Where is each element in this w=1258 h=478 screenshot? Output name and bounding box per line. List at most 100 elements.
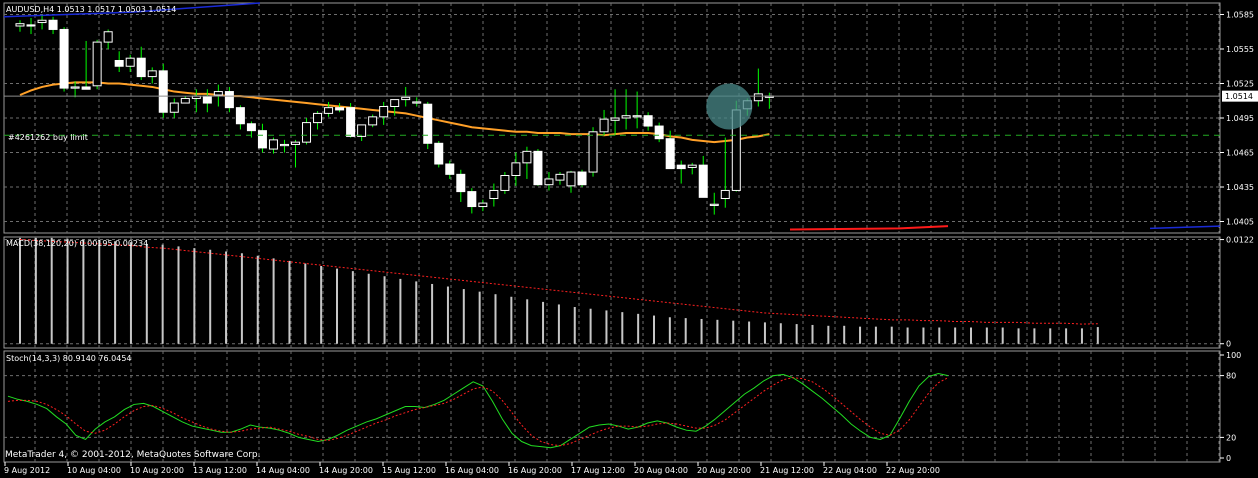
candle-body — [533, 150, 543, 186]
current-price-value: 1.0514 — [1225, 92, 1253, 101]
candle-body — [577, 171, 587, 186]
time-tick-label: 22 Aug 04:00 — [823, 466, 877, 475]
candle-body — [268, 139, 278, 150]
time-tick-label: 9 Aug 2012 — [4, 466, 50, 475]
candle-body — [467, 191, 477, 208]
candle-body — [136, 57, 146, 78]
price-tick-label: 1.0495 — [1226, 114, 1254, 123]
candle-body — [709, 203, 719, 206]
candle-body — [26, 24, 36, 27]
candle-body — [125, 57, 135, 67]
price-tick-label: 1.0585 — [1226, 11, 1254, 20]
candle-body — [313, 112, 323, 124]
candle-body — [632, 115, 642, 118]
candle-body — [555, 173, 565, 181]
candle-body — [379, 106, 389, 118]
candle-body — [522, 150, 532, 164]
candle-body — [621, 115, 631, 119]
stochastic-tick-label: 0 — [1226, 454, 1231, 463]
copyright-text: MetaTrader 4, © 2001-2012, MetaQuotes So… — [5, 450, 261, 460]
candle-body — [257, 130, 267, 149]
candle-body — [687, 164, 697, 168]
time-tick-label: 10 Aug 20:00 — [130, 466, 184, 475]
candle-body — [213, 91, 223, 96]
candle-body — [588, 131, 598, 173]
candle-body — [610, 117, 620, 121]
stochastic-tick-label: 20 — [1226, 433, 1236, 442]
time-tick-label: 16 Aug 20:00 — [508, 466, 562, 475]
time-tick-label: 13 Aug 12:00 — [193, 466, 247, 475]
time-tick-label: 17 Aug 12:00 — [571, 466, 625, 475]
candle-body — [291, 141, 300, 145]
price-tick-label: 1.0405 — [1226, 218, 1254, 227]
candle-body — [324, 107, 334, 114]
stochastic-tick-label: 100 — [1226, 351, 1241, 360]
time-tick-label: 20 Aug 04:00 — [634, 466, 688, 475]
candle-body — [37, 19, 47, 24]
time-tick-label: 16 Aug 04:00 — [445, 466, 499, 475]
candle-body — [698, 164, 708, 198]
candle-body — [59, 28, 69, 89]
candle-body — [147, 70, 157, 78]
candle-body — [654, 125, 664, 140]
candle-body — [412, 101, 422, 104]
price-tick-label: 1.0465 — [1226, 149, 1254, 158]
time-tick-label: 10 Aug 04:00 — [67, 466, 121, 475]
candle-body — [566, 171, 576, 187]
candle-body — [445, 163, 455, 175]
candle-body — [92, 41, 102, 87]
candle-body — [114, 60, 124, 67]
current-price-tag: 1.0514 — [1222, 90, 1258, 102]
candle-body — [423, 103, 433, 144]
stochastic-tick-label: 80 — [1226, 372, 1236, 381]
candle-body — [456, 173, 466, 193]
candle-body — [478, 202, 488, 208]
candle-body — [368, 116, 378, 126]
candle-body — [753, 93, 763, 102]
symbol-header: AUDUSD,H4 1.0513 1.0517 1.0503 1.0514 — [6, 5, 176, 14]
candle-body — [665, 138, 675, 170]
trading-chart[interactable]: #4261262 buy limit AUDUSD,H4 1.0513 1.05… — [0, 0, 1258, 478]
candle-body — [81, 86, 91, 90]
candle-body — [158, 70, 168, 113]
candle-body — [103, 31, 113, 43]
candle-body — [434, 142, 444, 165]
macd-tick-label: 0.0122 — [1226, 236, 1254, 245]
candle-body — [180, 97, 190, 104]
time-tick-label: 14 Aug 04:00 — [256, 466, 310, 475]
time-tick-label: 14 Aug 20:00 — [319, 466, 373, 475]
chart-background — [0, 0, 1258, 478]
price-tick-label: 1.0555 — [1226, 45, 1254, 54]
candle-body — [346, 107, 356, 137]
price-tick-label: 1.0525 — [1226, 80, 1254, 89]
time-tick-label: 20 Aug 20:00 — [697, 466, 751, 475]
candle-body — [720, 189, 730, 199]
price-tick-label: 1.0435 — [1226, 183, 1254, 192]
candle-body — [70, 86, 80, 89]
macd-header: MACD(38,120,20) 0.00195 0.00234 — [6, 239, 148, 248]
candle-body — [48, 19, 58, 30]
candle-body — [224, 91, 234, 109]
candle-body — [390, 99, 400, 107]
highlight-marker — [706, 83, 753, 130]
candle-body — [235, 107, 245, 125]
time-tick-label: 21 Aug 12:00 — [760, 466, 814, 475]
candle-body — [500, 175, 510, 191]
order-label: #4261262 buy limit — [8, 133, 88, 142]
candle-body — [676, 164, 686, 170]
stochastic-header: Stoch(14,3,3) 80.9140 76.0454 — [6, 354, 132, 363]
candle-body — [357, 124, 367, 137]
candle-body — [202, 95, 212, 104]
time-tick-label: 15 Aug 12:00 — [382, 466, 436, 475]
candle-body — [246, 123, 256, 132]
candle-body — [302, 122, 312, 143]
candle-body — [489, 189, 499, 199]
candle-body — [643, 115, 653, 127]
candle-body — [169, 102, 179, 113]
candle-body — [401, 96, 411, 101]
candle-body — [511, 162, 521, 177]
candle-body — [599, 118, 609, 133]
candle-body — [15, 23, 25, 27]
candle-body — [335, 107, 345, 111]
macd-tick-label: 0 — [1226, 340, 1231, 349]
